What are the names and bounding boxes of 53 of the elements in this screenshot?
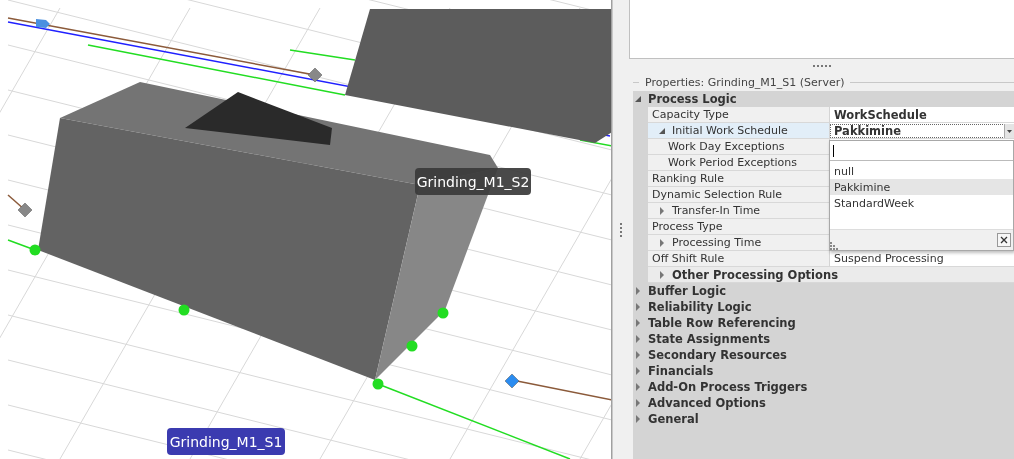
collapse-arrow-icon[interactable] bbox=[658, 126, 666, 135]
category-header[interactable]: Add-On Process Triggers bbox=[648, 379, 1014, 395]
expand-arrow-icon[interactable] bbox=[633, 415, 642, 423]
expand-arrow-icon[interactable] bbox=[633, 367, 642, 375]
dropdown-button[interactable] bbox=[1004, 124, 1014, 138]
property-label[interactable]: Ranking Rule bbox=[648, 171, 829, 187]
group-title: Properties: Grinding_M1_S1 (Server) bbox=[644, 75, 846, 89]
subcategory-header[interactable]: Other Processing Options bbox=[648, 267, 1014, 283]
category-header[interactable]: Secondary Resources bbox=[648, 347, 1014, 363]
close-icon bbox=[1000, 236, 1008, 244]
property-value[interactable]: Pakkimine bbox=[829, 123, 1014, 139]
splitter-grip-icon[interactable] bbox=[619, 221, 623, 238]
category-header[interactable]: Table Row Referencing bbox=[648, 315, 1014, 331]
property-label[interactable]: Off Shift Rule bbox=[648, 251, 829, 267]
dropdown-option[interactable]: null bbox=[830, 163, 1013, 179]
collapse-arrow-icon[interactable] bbox=[633, 95, 642, 103]
caret-icon bbox=[1007, 129, 1012, 133]
property-label[interactable]: Initial Work Schedule bbox=[648, 123, 829, 139]
category-header[interactable]: Advanced Options bbox=[648, 395, 1014, 411]
property-label[interactable]: Process Type bbox=[648, 219, 829, 235]
close-button[interactable] bbox=[997, 233, 1011, 247]
property-label[interactable]: Work Day Exceptions bbox=[648, 139, 829, 155]
category-header[interactable]: Process Logic bbox=[648, 91, 1014, 107]
category-header[interactable]: Reliability Logic bbox=[648, 299, 1014, 315]
expand-arrow-icon[interactable] bbox=[633, 303, 642, 311]
object-label[interactable]: Grinding_M1_S1 bbox=[167, 428, 285, 455]
splitter-grip-icon[interactable] bbox=[812, 64, 831, 68]
property-label[interactable]: Capacity Type bbox=[648, 107, 829, 123]
property-label[interactable]: Work Period Exceptions bbox=[648, 155, 829, 171]
property-label[interactable]: Dynamic Selection Rule bbox=[648, 187, 829, 203]
property-value[interactable]: WorkSchedule bbox=[829, 107, 1014, 123]
expand-arrow-icon[interactable] bbox=[633, 399, 642, 407]
expand-arrow-icon[interactable] bbox=[633, 335, 642, 343]
category-header[interactable]: Buffer Logic bbox=[648, 283, 1014, 299]
expand-arrow-icon[interactable] bbox=[633, 351, 642, 359]
dropdown-option[interactable]: Pakkimine bbox=[830, 179, 1013, 195]
expand-arrow-icon[interactable] bbox=[658, 238, 666, 247]
text-cursor bbox=[833, 144, 834, 157]
category-header[interactable]: Financials bbox=[648, 363, 1014, 379]
dropdown-option[interactable]: StandardWeek bbox=[830, 195, 1013, 211]
expand-arrow-icon[interactable] bbox=[658, 206, 666, 215]
property-label[interactable]: Transfer-In Time bbox=[648, 203, 829, 219]
category-header[interactable]: State Assignments bbox=[648, 331, 1014, 347]
model-scene-drawing[interactable] bbox=[7, 9, 611, 459]
expand-arrow-icon[interactable] bbox=[658, 270, 666, 279]
expand-arrow-icon[interactable] bbox=[633, 383, 642, 391]
property-value[interactable]: Suspend Processing bbox=[829, 251, 1014, 267]
object-label[interactable]: Grinding_M1_S2 bbox=[415, 168, 531, 195]
category-header[interactable]: General bbox=[648, 411, 1014, 427]
property-label[interactable]: Processing Time bbox=[648, 235, 829, 251]
resize-grip-icon[interactable] bbox=[830, 242, 838, 250]
expand-arrow-icon[interactable] bbox=[633, 287, 642, 295]
expand-arrow-icon[interactable] bbox=[633, 319, 642, 327]
